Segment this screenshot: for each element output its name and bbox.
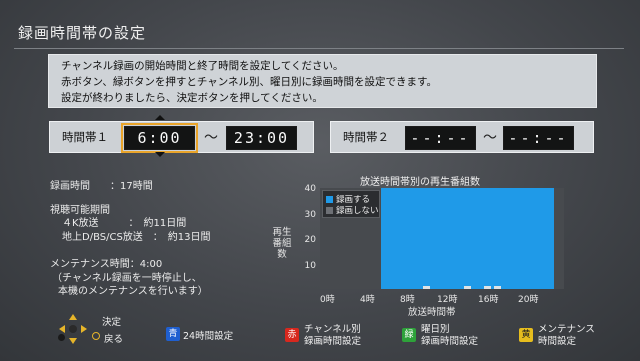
time-slot-2-start-field[interactable]: --:--	[405, 126, 476, 150]
chart-bar	[463, 286, 471, 289]
chart-title: 放送時間帯別の再生番組数	[360, 177, 480, 188]
chart-band-record	[523, 188, 534, 289]
chart-band-norecord	[553, 188, 565, 289]
recording-time: 録画時間 ：17時間	[50, 181, 153, 192]
chart-band-record	[472, 188, 484, 289]
maintenance-note-2: 本機のメンテナンスを行います）	[58, 286, 208, 297]
chart-plot-area: 録画する 録画しない	[320, 188, 565, 289]
legend-item-norecord: 録画しない	[326, 204, 379, 216]
legend-swatch-record	[326, 196, 333, 203]
red-button-icon[interactable]: 赤	[285, 328, 299, 342]
chart-band-record	[492, 188, 504, 289]
time-slot-1-start-field[interactable]: 6:00	[121, 123, 198, 153]
chart-band-record	[431, 188, 443, 289]
chart-bar	[423, 286, 431, 289]
decide-label: 決定	[102, 317, 122, 328]
chart-band-record	[442, 188, 453, 289]
chart-band-record	[411, 188, 423, 289]
page-title: 録画時間帯の設定	[18, 24, 147, 42]
viewable-period-terrestrial: 地上D/BS/CS放送 ： 約13日間	[62, 232, 211, 243]
title-divider	[14, 48, 624, 49]
chart-band-record	[462, 188, 473, 289]
x-tick-label: 4時	[360, 295, 375, 305]
yellow-button-icon[interactable]: 黄	[519, 328, 533, 342]
time-slot-1-end-field[interactable]: 23:00	[226, 126, 297, 150]
range-separator: 〜	[204, 130, 218, 146]
chart-x-axis-label: 放送時間帯	[408, 307, 456, 318]
chart-band-record	[381, 188, 392, 289]
chart-band-record	[533, 188, 545, 289]
chart-band-record	[421, 188, 433, 289]
blue-button-icon[interactable]: 青	[166, 327, 180, 341]
x-tick-label: 16時	[478, 295, 499, 305]
instruction-line-1: チャンネル録画の開始時間と終了時間を設定してください。	[61, 60, 344, 72]
chart-band-record	[482, 188, 494, 289]
green-button-icon[interactable]: 緑	[402, 328, 416, 342]
time-slot-2-end-field[interactable]: --:--	[503, 126, 574, 150]
chart-bar	[494, 286, 502, 289]
chart-band-record	[391, 188, 402, 289]
time-slot-2-label: 時間帯２	[343, 130, 389, 144]
instruction-line-2: 赤ボタン、緑ボタンを押すとチャンネル別、曜日別に録画時間を設定できます。	[61, 76, 438, 88]
time-slot-2-panel: 時間帯２ --:-- 〜 --:--	[330, 121, 594, 153]
green-button-label-2: 録画時間設定	[421, 336, 479, 347]
blue-button-label: 24時間設定	[183, 331, 234, 342]
range-separator: 〜	[483, 130, 497, 146]
viewable-period-4k: ４K放送 ： 約11日間	[62, 218, 187, 229]
legend-swatch-norecord	[326, 207, 333, 214]
chart-legend: 録画する 録画しない	[322, 190, 380, 218]
back-label: 戻る	[104, 334, 124, 345]
decrement-arrow-icon[interactable]	[155, 152, 165, 157]
red-button-label-2: 録画時間設定	[304, 336, 362, 347]
chart-y-axis-label: 再生番組数	[272, 227, 292, 260]
back-button-icon	[58, 334, 65, 341]
x-tick-label: 0時	[320, 295, 335, 305]
maintenance-time: メンテナンス時間：4:00	[50, 259, 163, 270]
chart-bar	[484, 286, 492, 289]
y-tick-label: 10	[304, 261, 316, 271]
time-slot-1-label: 時間帯１	[62, 130, 108, 144]
chart-band-record	[452, 188, 463, 289]
instruction-box: チャンネル録画の開始時間と終了時間を設定してください。 赤ボタン、緑ボタンを押す…	[48, 54, 597, 108]
y-tick-label: 20	[304, 235, 316, 245]
back-circle-icon	[92, 332, 100, 340]
x-tick-label: 20時	[518, 295, 539, 305]
y-tick-label: 30	[304, 210, 316, 220]
time-slot-1-panel: 時間帯１ 6:00 〜 23:00	[49, 121, 314, 153]
instruction-line-3: 設定が終わりましたら、決定ボタンを押してください。	[61, 92, 323, 104]
chart-band-record	[401, 188, 412, 289]
y-tick-label: 40	[304, 184, 316, 194]
chart-band-record	[503, 188, 514, 289]
chart-band-record	[513, 188, 524, 289]
increment-arrow-icon[interactable]	[155, 115, 165, 120]
yellow-button-label-2: 時間設定	[538, 336, 577, 347]
chart-band-record	[543, 188, 555, 289]
